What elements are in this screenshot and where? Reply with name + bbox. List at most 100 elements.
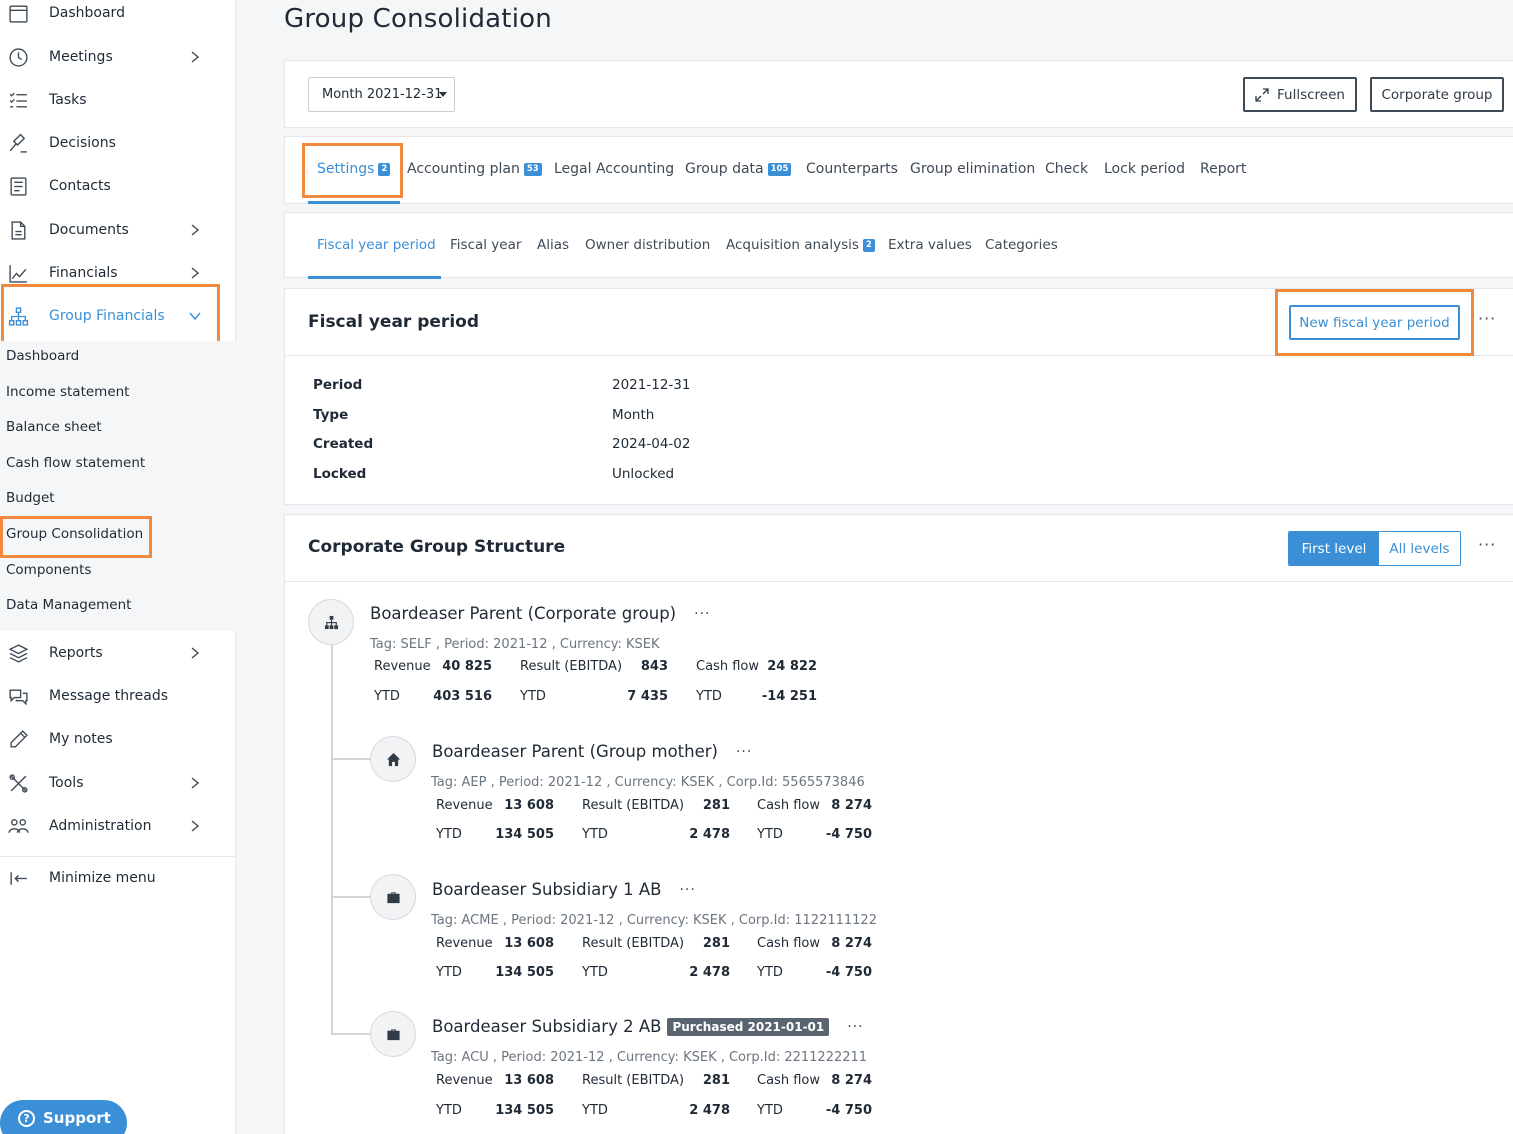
clock-icon — [6, 45, 30, 69]
sidebar-item-label: Group Financials — [49, 308, 165, 324]
submenu-cash-flow-statement[interactable]: Cash flow statement — [6, 455, 145, 471]
ytd-label: YTD — [582, 1103, 608, 1118]
subtab-categories[interactable]: Categories — [985, 237, 1058, 253]
node-name[interactable]: Boardeaser Parent (Corporate group) ··· — [370, 604, 710, 623]
expand-icon — [1255, 87, 1269, 102]
all-levels-button[interactable]: All levels — [1379, 532, 1460, 565]
sidebar-item-label: Documents — [49, 222, 129, 238]
more-options-icon[interactable]: ··· — [1478, 309, 1496, 328]
subtab-fiscal-year-period[interactable]: Fiscal year period — [317, 237, 436, 253]
tab-check[interactable]: Check — [1045, 161, 1088, 177]
sidebar-item-meetings[interactable]: Meetings — [0, 37, 236, 77]
ytd-label: YTD — [757, 965, 783, 980]
locked-key: Locked — [313, 466, 367, 482]
sidebar-item-reports[interactable]: Reports — [0, 633, 236, 673]
new-fiscal-year-period-button[interactable]: New fiscal year period — [1289, 305, 1460, 340]
tab-label: Group data — [685, 161, 764, 177]
level-toggle: First level All levels — [1288, 531, 1461, 566]
page-title: Group Consolidation — [284, 4, 552, 34]
support-button[interactable]: ? Support — [0, 1100, 127, 1134]
subtab-label: Extra values — [888, 237, 972, 253]
fullscreen-button[interactable]: Fullscreen — [1243, 77, 1357, 112]
result-label: Result (EBITDA) — [520, 659, 623, 674]
subtab-label: Owner distribution — [585, 237, 711, 253]
tab-report[interactable]: Report — [1200, 161, 1246, 177]
chevron-right-icon — [188, 50, 202, 64]
node-menu-icon[interactable]: ··· — [679, 882, 695, 898]
sidebar-item-decisions[interactable]: Decisions — [0, 123, 236, 163]
sidebar-item-dashboard[interactable]: Dashboard — [0, 0, 236, 33]
node-name-text: Boardeaser Subsidiary 1 AB — [432, 880, 662, 899]
node-name[interactable]: Boardeaser Subsidiary 2 AB Purchased 2021… — [432, 1017, 864, 1036]
node-menu-icon[interactable]: ··· — [847, 1019, 863, 1035]
subtab-acquisition-analysis[interactable]: Acquisition analysis 2 — [726, 237, 875, 253]
subtab-alias[interactable]: Alias — [537, 237, 569, 253]
sidebar-item-tasks[interactable]: Tasks — [0, 80, 236, 120]
node-menu-icon[interactable]: ··· — [736, 744, 752, 760]
tab-group-elimination[interactable]: Group elimination — [910, 161, 1035, 177]
period-select-value: Month 2021-12-31 — [322, 87, 443, 102]
sidebar-item-contacts[interactable]: Contacts — [0, 166, 236, 206]
sidebar-item-documents[interactable]: Documents — [0, 210, 236, 250]
tab-label: Group elimination — [910, 161, 1036, 177]
submenu-budget[interactable]: Budget — [6, 490, 55, 506]
cashflow-ytd-value: -14 251 — [761, 689, 817, 704]
sidebar-item-tools[interactable]: Tools — [0, 763, 236, 803]
tab-badge: 105 — [767, 162, 792, 176]
chart-line-icon — [6, 261, 30, 285]
first-level-button[interactable]: First level — [1289, 532, 1379, 565]
corporate-group-button[interactable]: Corporate group — [1370, 77, 1504, 112]
more-options-icon[interactable]: ··· — [1478, 535, 1496, 554]
pencil-icon — [6, 727, 30, 751]
sidebar-item-message-threads[interactable]: Message threads — [0, 676, 236, 716]
node-menu-icon[interactable]: ··· — [694, 606, 710, 622]
tab-legal-accounting[interactable]: Legal Accounting — [554, 161, 674, 177]
revenue-value: 40 825 — [442, 659, 492, 674]
submenu-group-consolidation[interactable]: Group Consolidation — [6, 526, 143, 542]
node-name-text: Boardeaser Parent (Corporate group) — [370, 604, 677, 623]
result-ytd-value: 2 478 — [689, 827, 730, 842]
result-label: Result (EBITDA) — [582, 798, 685, 813]
settings-subtabs: Fiscal year period Fiscal year Alias Own… — [284, 212, 1513, 279]
node-name[interactable]: Boardeaser Subsidiary 1 AB ··· — [432, 880, 696, 899]
period-select[interactable]: Month 2021-12-31 — [308, 77, 455, 112]
subtab-fiscal-year[interactable]: Fiscal year — [450, 237, 521, 253]
sidebar-item-my-notes[interactable]: My notes — [0, 719, 236, 759]
active-subtab-indicator — [308, 276, 441, 279]
sidebar-item-administration[interactable]: Administration — [0, 806, 236, 846]
minimize-menu-button[interactable]: Minimize menu — [0, 858, 236, 898]
node-icon — [308, 599, 354, 645]
sidebar-item-label: Decisions — [49, 135, 116, 151]
cashflow-ytd-value: -4 750 — [825, 965, 872, 980]
submenu-components[interactable]: Components — [6, 562, 91, 578]
revenue-ytd-value: 134 505 — [495, 965, 554, 980]
submenu-data-management[interactable]: Data Management — [6, 597, 131, 613]
node-meta: Tag: ACME , Period: 2021-12 , Currency: … — [431, 913, 877, 928]
subtab-owner-distribution[interactable]: Owner distribution — [585, 237, 710, 253]
submenu-income-statement[interactable]: Income statement — [6, 384, 129, 400]
submenu-balance-sheet[interactable]: Balance sheet — [6, 419, 102, 435]
sidebar-item-group-financials[interactable]: Group Financials — [0, 296, 236, 336]
tab-settings[interactable]: Settings 2 — [317, 161, 391, 177]
node-icon — [370, 1011, 416, 1057]
node-name-text: Boardeaser Parent (Group mother) — [432, 742, 718, 761]
sidebar-item-label: Reports — [49, 645, 103, 661]
sidebar-item-financials[interactable]: Financials — [0, 253, 236, 293]
ytd-label: YTD — [757, 827, 783, 842]
tab-accounting-plan[interactable]: Accounting plan 53 — [407, 161, 542, 177]
collapse-left-icon — [6, 866, 30, 890]
cashflow-value: 24 822 — [767, 659, 817, 674]
revenue-ytd-value: 403 516 — [433, 689, 492, 704]
tab-counterparts[interactable]: Counterparts — [806, 161, 898, 177]
tree-connector — [331, 758, 371, 760]
tab-lock-period[interactable]: Lock period — [1104, 161, 1185, 177]
tab-group-data[interactable]: Group data 105 — [685, 161, 792, 177]
node-name[interactable]: Boardeaser Parent (Group mother) ··· — [432, 742, 752, 761]
subtab-label: Acquisition analysis — [726, 237, 859, 253]
tab-label: Lock period — [1104, 161, 1185, 177]
created-key: Created — [313, 436, 374, 452]
minimize-menu-label: Minimize menu — [49, 870, 156, 886]
submenu-dashboard[interactable]: Dashboard — [6, 348, 79, 364]
node-name-text: Boardeaser Subsidiary 2 AB — [432, 1017, 662, 1036]
subtab-extra-values[interactable]: Extra values — [888, 237, 972, 253]
